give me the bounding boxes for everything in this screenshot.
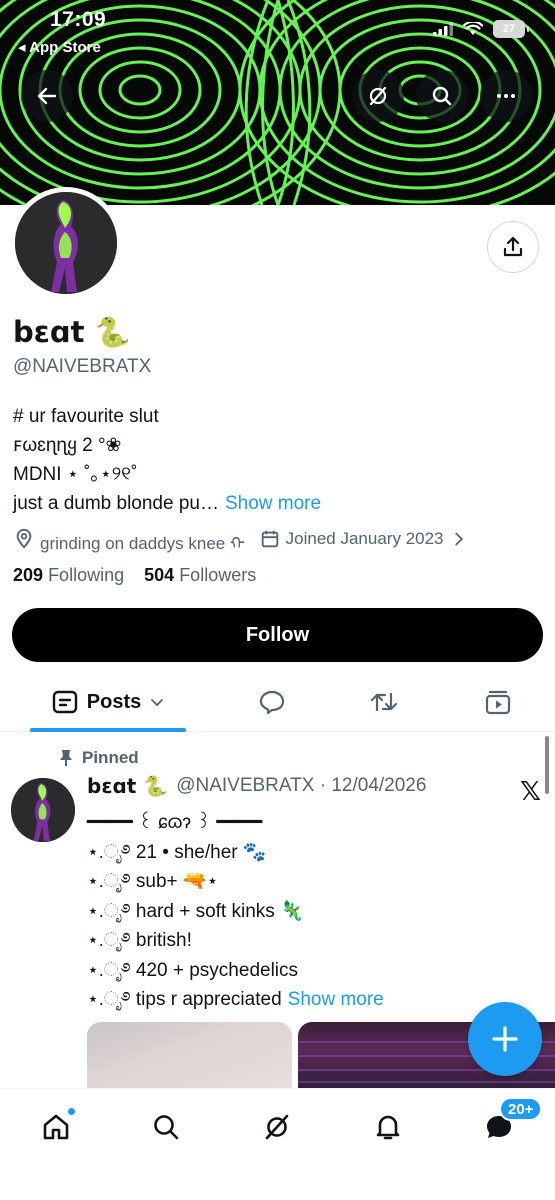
profile-tabs: Posts [0,672,555,732]
following-label: Following [48,565,125,585]
tab-reposts[interactable] [362,672,406,732]
tab-replies[interactable] [250,672,294,732]
followers-count: 504 [144,565,175,585]
posts-icon [52,690,77,714]
tab-posts-label: Posts [86,690,142,713]
bio-line-text: just a dumb blonde pu… [13,493,219,514]
post-line: ⋆.ೃ࿔ 420 + psychedelics [87,959,299,981]
display-name: bɛɑt 🐍 [13,315,131,349]
post-header: bɛɑt 🐍 @NAIVEBRATX · 12/04/2026 [87,774,426,798]
nav-grok[interactable] [255,1105,299,1149]
location-icon [13,528,35,550]
media-icon [485,690,511,715]
back-button[interactable] [21,70,73,122]
pinned-indicator: Pinned [58,748,139,768]
calendar-icon [259,528,281,550]
bio-line-truncated: just a dumb blonde pu… Show more [13,489,321,518]
post-line-last: ⋆.ೃ࿔ tips r appreciated Show more [87,985,384,1015]
post-text[interactable]: ━━━━ ꒰ ɕɷɂ ꒱ ━━━━ ⋆.ೃ࿔ 21 • she/her 🐾 ⋆.… [87,808,384,1015]
home-icon [43,1114,69,1140]
location-text: grinding on daddys knee ᡣ [40,534,245,553]
post-date[interactable]: 12/04/2026 [331,775,426,797]
nav-home[interactable] [34,1105,78,1149]
signal-icon [433,22,453,36]
status-time: 17:09 [50,8,107,31]
search-icon [432,86,452,106]
x-logo-icon[interactable]: 𝕏 [520,776,541,807]
following-count: 209 [13,565,44,585]
post-line: ⋆.ೃ࿔ 21 • she/her 🐾 [87,841,267,863]
profile-banner: 17:09 ◂ App Store 27 [0,0,555,205]
back-to-app-store[interactable]: ◂ App Store [18,38,101,56]
joined-date: Joined January 2023 [285,529,444,548]
back-arrow-icon [37,87,57,105]
nav-notifications[interactable] [366,1105,410,1149]
tab-posts[interactable]: Posts [30,672,186,732]
bell-icon [376,1115,400,1140]
scrollbar[interactable] [545,736,549,794]
more-icon [497,94,515,98]
post-line: ━━━━ ꒰ ɕɷɂ ꒱ ━━━━ [87,812,263,833]
post-line-text: ⋆.ೃ࿔ tips r appreciated [87,989,282,1010]
post-author-handle[interactable]: @NAIVEBRATX [176,775,314,797]
avatar-image [15,192,117,294]
post-avatar-image [11,778,75,842]
bio-show-more-link[interactable]: Show more [225,493,321,514]
chevron-right-icon[interactable] [448,528,470,550]
pinned-label: Pinned [82,748,139,767]
post-media-image-1[interactable] [87,1022,292,1092]
compose-post-button[interactable] [468,1002,542,1076]
nav-messages[interactable]: 20+ [477,1097,543,1149]
followers-link[interactable]: 504 Followers [144,565,256,585]
bio-line: ꜰωɛɳɳყ 2 °❀ [13,435,122,456]
post-avatar[interactable] [11,778,75,842]
search-icon [154,1115,179,1140]
follow-button[interactable]: Follow [12,608,543,662]
search-button[interactable] [416,70,468,122]
followers-label: Followers [179,565,257,585]
share-profile-button[interactable] [487,221,539,273]
grok-icon [265,1114,289,1140]
pin-icon [60,750,72,766]
bottom-navigation: 20+ [0,1088,555,1200]
profile-avatar[interactable] [10,187,122,299]
follow-counts: 209 Following 504 Followers [13,565,256,586]
reposts-icon [370,692,398,712]
post-line: ⋆.ೃ࿔ british! [87,930,192,951]
bio-line: # ur favourite slut [13,406,159,427]
wifi-icon [463,22,483,35]
battery-icon: 27 [493,20,529,38]
more-button[interactable] [480,70,532,122]
replies-icon [259,690,285,715]
post-show-more-link[interactable]: Show more [288,989,384,1010]
chevron-down-icon [151,699,164,707]
share-icon [503,236,523,257]
post-meta-separator: · [314,775,332,796]
profile-handle: @NAIVEBRATX [13,356,152,377]
profile-meta: grinding on daddys knee ᡣ Joined January… [13,524,475,554]
post-line: ⋆.ೃ࿔ sub+ 🔫⋆ [87,871,219,892]
bio-line: MDNI ⋆ ˚｡⋆୨୧˚ [13,464,138,485]
grok-button[interactable] [352,70,404,122]
profile-bio: # ur favourite slut ꜰωɛɳɳყ 2 °❀ MDNI ⋆ ˚… [13,402,321,518]
following-link[interactable]: 209 Following [13,565,124,585]
avatar-figure [15,192,117,294]
tab-active-indicator [30,728,186,732]
nav-search[interactable] [144,1105,188,1149]
tab-media[interactable] [476,672,520,732]
compose-icon [492,1026,518,1052]
post-line: ⋆.ೃ࿔ hard + soft kinks 🦎 [87,900,304,922]
grok-icon [369,86,387,106]
status-icons: 27 [433,20,529,38]
post-author-name[interactable]: bɛɑt 🐍 [87,774,168,798]
home-notification-dot [67,1107,76,1116]
messages-badge: 20+ [499,1097,543,1121]
